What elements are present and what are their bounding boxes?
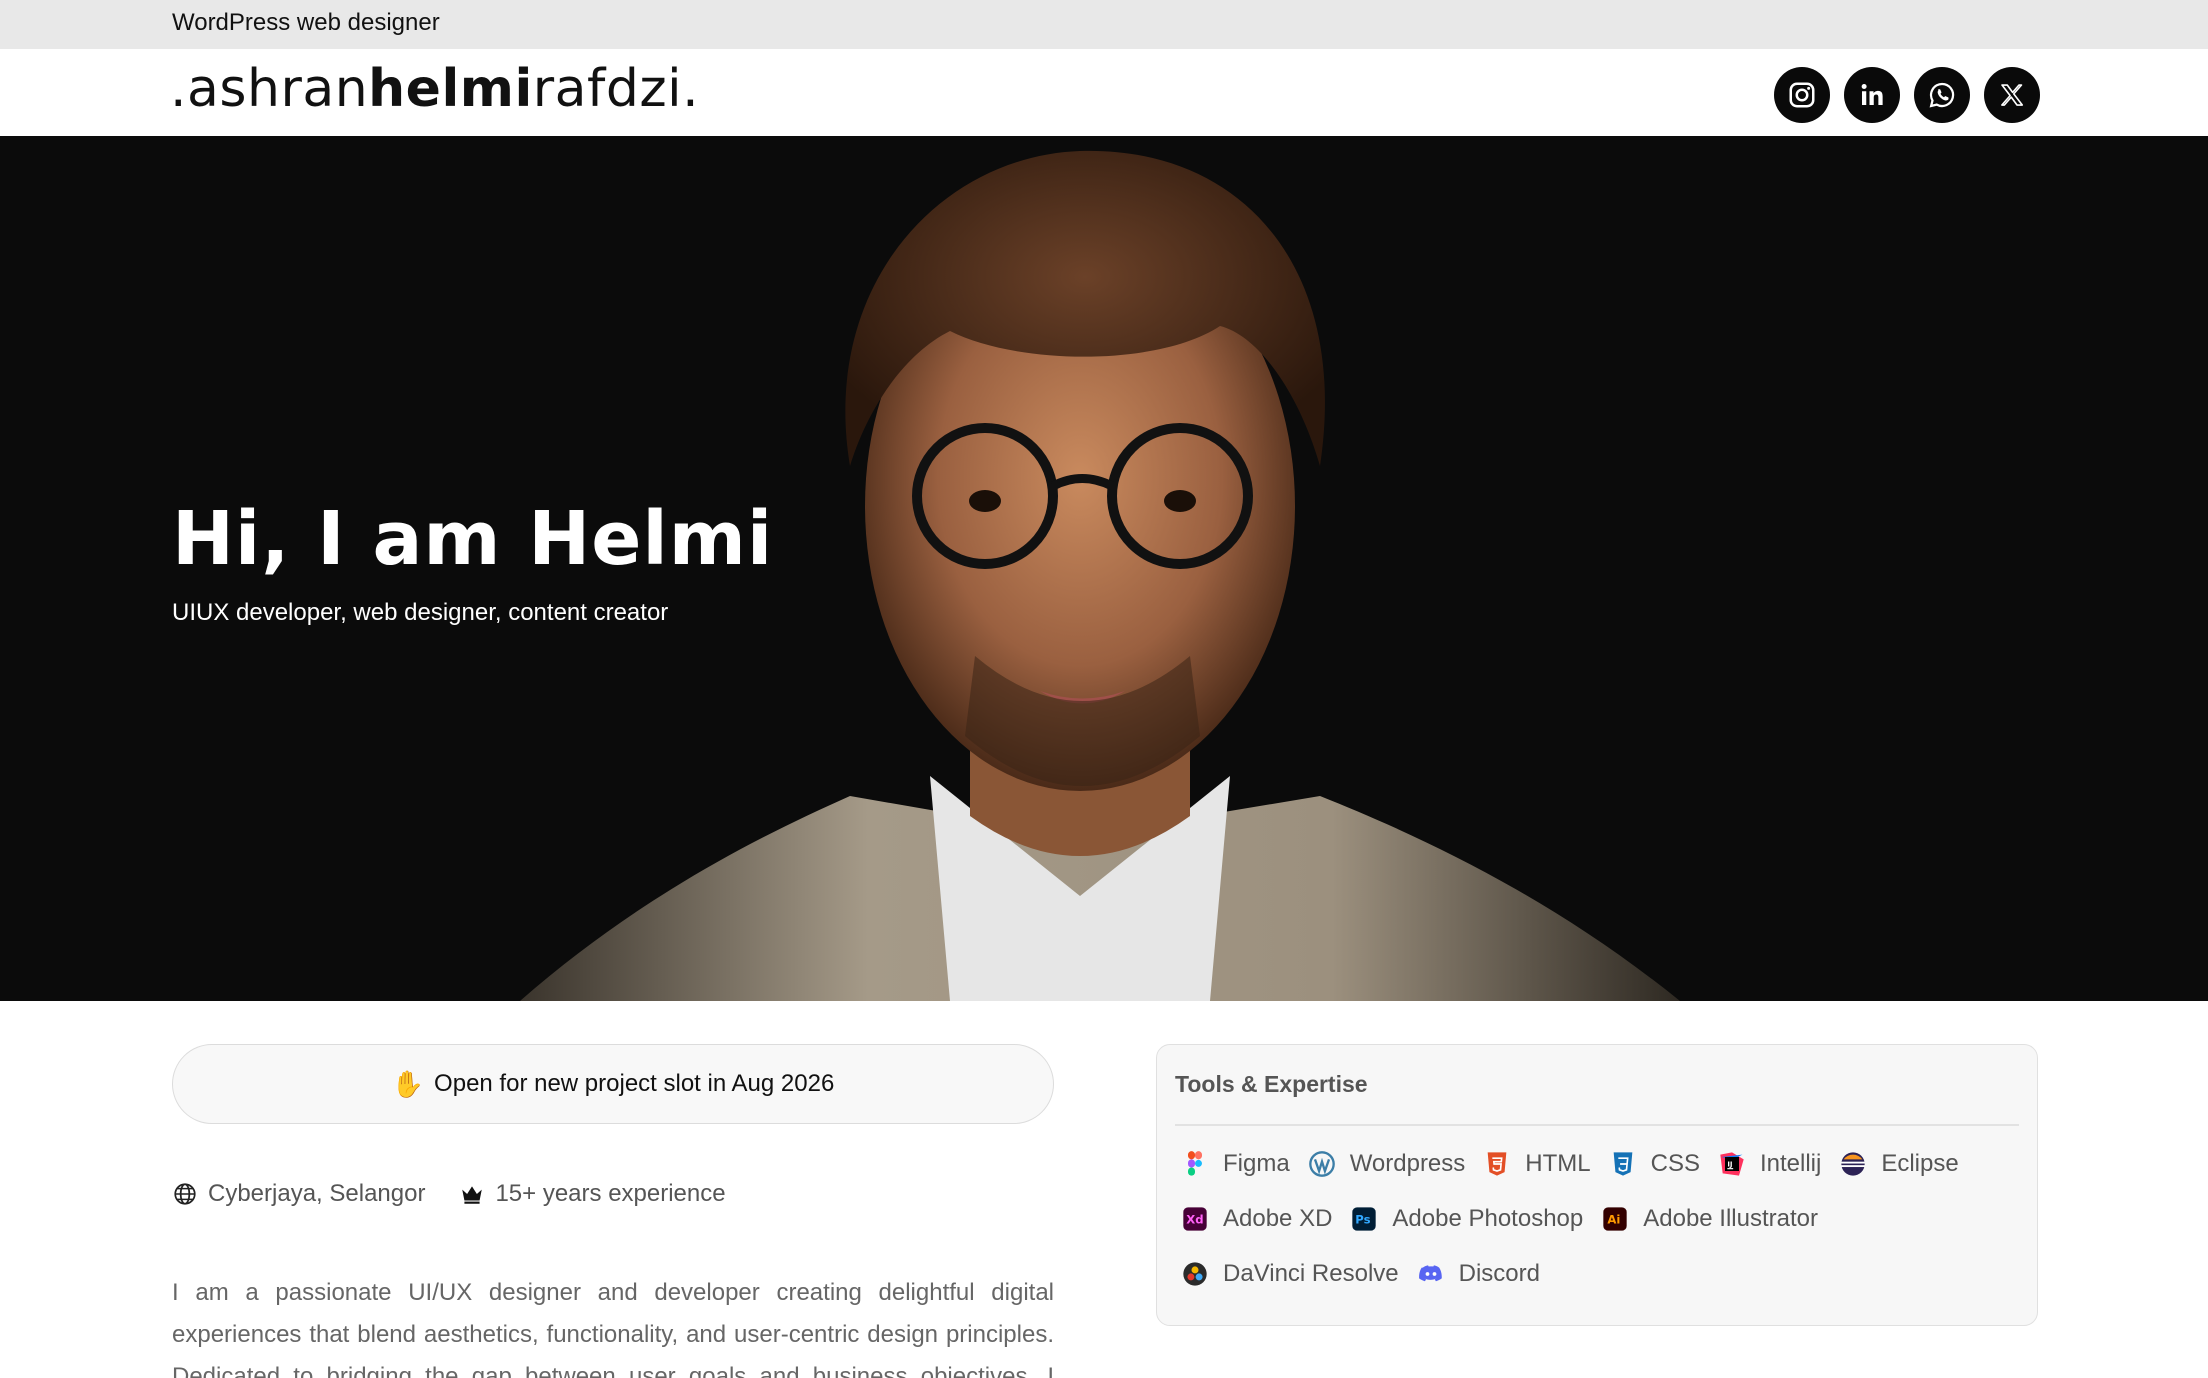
tool-item: Discord (1417, 1255, 1540, 1292)
site-header: .ashranhelmirafdzi. (0, 49, 2208, 136)
tool-item: DaVinci Resolve (1181, 1255, 1399, 1292)
crown-icon (462, 1186, 483, 1204)
profile-meta: Cyberjaya, Selangor 15+ years experience (172, 1180, 726, 1208)
availability-text: Open for new project slot in Aug 2026 (434, 1070, 835, 1097)
wordpress-icon (1308, 1150, 1335, 1177)
intellij-icon: IJ (1720, 1151, 1744, 1176)
instagram-button[interactable] (1774, 67, 1830, 123)
tool-item: Wordpress (1308, 1145, 1466, 1182)
tool-label: Wordpress (1349, 1149, 1466, 1177)
instagram-icon (1789, 82, 1815, 108)
tools-title: Tools & Expertise (1175, 1071, 1368, 1097)
location-text: Cyberjaya, Selangor (208, 1180, 426, 1207)
tool-item: Ai Adobe Illustrator (1601, 1200, 1818, 1237)
figma-icon (1188, 1150, 1202, 1176)
tool-label: HTML (1525, 1149, 1591, 1177)
tools-list: Figma Wordpress HTML CSS IJ Intellij Ecl… (1181, 1145, 2021, 1292)
tool-item: HTML (1483, 1145, 1591, 1182)
tool-item: IJ Intellij (1718, 1145, 1821, 1182)
availability-banner: ✋ Open for new project slot in Aug 2026 (172, 1044, 1054, 1124)
whatsapp-icon (1929, 82, 1955, 108)
photoshop-icon: Ps (1352, 1206, 1377, 1231)
linkedin-button[interactable] (1844, 67, 1900, 123)
tool-label: CSS (1650, 1149, 1700, 1177)
site-logo[interactable]: .ashranhelmirafdzi. (170, 59, 699, 119)
location-item: Cyberjaya, Selangor (172, 1180, 425, 1208)
x-icon (2001, 84, 2024, 106)
svg-text:Ai: Ai (1608, 1212, 1621, 1226)
experience-item: 15+ years experience (459, 1180, 726, 1208)
logo-bold: helmi (368, 59, 533, 119)
css3-icon (1613, 1151, 1632, 1176)
tool-item: Figma (1181, 1145, 1290, 1182)
eclipse-icon (1841, 1151, 1866, 1176)
tool-label: Discord (1458, 1259, 1540, 1287)
top-announcement-bar: WordPress web designer (0, 0, 2208, 49)
davinci-resolve-icon (1183, 1261, 1207, 1286)
linkedin-icon (1861, 84, 1883, 105)
tagline: WordPress web designer (172, 9, 440, 36)
svg-text:IJ: IJ (1727, 1160, 1732, 1168)
hero-heading: Hi, I am Helmi (172, 496, 774, 582)
illustrator-icon: Ai (1603, 1206, 1627, 1231)
tool-label: Figma (1223, 1149, 1290, 1177)
svg-text:Ps: Ps (1356, 1212, 1371, 1226)
adobe-xd-icon: Xd (1183, 1206, 1207, 1231)
hero-section: Hi, I am Helmi UIUX developer, web desig… (0, 136, 2208, 1001)
tool-label: Eclipse (1881, 1149, 1959, 1177)
html5-icon (1487, 1151, 1507, 1176)
tool-item: CSS (1609, 1145, 1700, 1182)
x-button[interactable] (1984, 67, 2040, 123)
whatsapp-button[interactable] (1914, 67, 1970, 123)
social-links (1774, 67, 2040, 123)
globe-icon (174, 1183, 196, 1205)
tool-label: Intellij (1759, 1149, 1822, 1177)
tools-divider (1175, 1124, 2019, 1126)
tool-item: Xd Adobe XD (1181, 1200, 1332, 1237)
experience-text: 15+ years experience (495, 1180, 726, 1207)
logo-suffix: rafdzi. (532, 59, 700, 119)
tool-label: Adobe Illustrator (1643, 1204, 1818, 1232)
tool-item: Ps Adobe Photoshop (1350, 1200, 1583, 1237)
hero-subtitle: UIUX developer, web designer, content cr… (172, 599, 669, 626)
tool-label: Adobe XD (1223, 1204, 1333, 1232)
waving-hand-icon: ✋ (391, 1068, 425, 1099)
tool-item: Eclipse (1839, 1145, 1959, 1182)
tool-label: Adobe Photoshop (1392, 1204, 1584, 1232)
tools-card: Tools & Expertise Figma Wordpress HTML C… (1156, 1044, 2038, 1326)
logo-prefix: .ashran (170, 59, 369, 119)
svg-text:Xd: Xd (1186, 1212, 1203, 1226)
discord-icon (1418, 1264, 1442, 1281)
tool-label: DaVinci Resolve (1223, 1259, 1399, 1287)
about-paragraph: I am a passionate UI/UX designer and dev… (172, 1279, 1054, 1378)
